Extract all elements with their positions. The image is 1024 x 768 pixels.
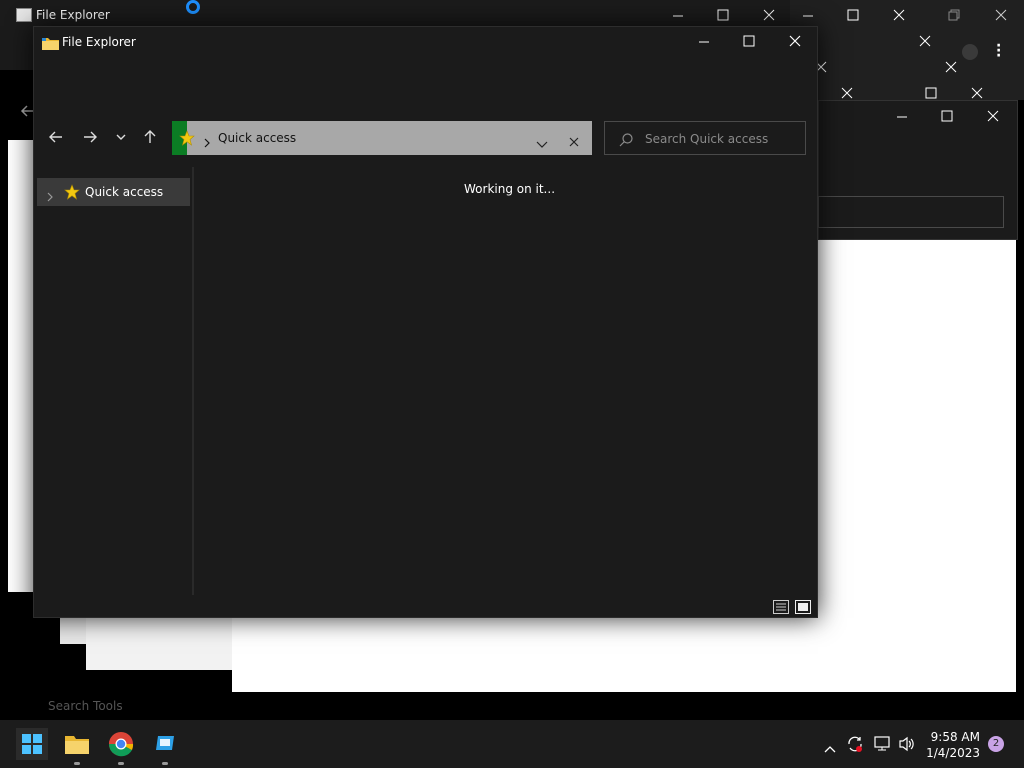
bg-minimize-icon-7[interactable] xyxy=(896,111,908,123)
background-window-title: File Explorer xyxy=(36,8,110,22)
bg-maximize-icon-5[interactable] xyxy=(925,87,937,99)
search-placeholder: Search Quick access xyxy=(645,132,769,146)
large-icons-view-icon[interactable] xyxy=(795,599,811,618)
taskbar: 9:58 AM 1/4/2023 xyxy=(0,720,1024,768)
background-file-explorer-icon xyxy=(16,8,32,22)
background-window-white-right xyxy=(818,240,1016,692)
file-explorer-taskbar-icon[interactable] xyxy=(61,728,93,765)
loading-status: Working on it... xyxy=(464,182,556,196)
up-arrow-icon[interactable] xyxy=(142,129,166,153)
search-input[interactable]: Search Quick access xyxy=(604,121,806,155)
sidebar-item-label: Quick access xyxy=(85,185,164,199)
bg-maximize-icon[interactable] xyxy=(717,9,729,21)
address-dropdown-icon[interactable] xyxy=(536,134,548,153)
volume-icon[interactable] xyxy=(898,736,916,756)
expand-chevron-icon[interactable] xyxy=(46,187,54,206)
show-hidden-icons-chevron-icon[interactable] xyxy=(824,738,836,757)
address-path[interactable]: Quick access xyxy=(218,131,296,145)
background-window-right-1 xyxy=(790,0,1024,100)
network-icon[interactable] xyxy=(874,736,892,756)
bg2-minimize-icon[interactable] xyxy=(802,10,814,22)
background-search-box[interactable] xyxy=(818,196,1004,228)
forward-arrow-icon[interactable] xyxy=(82,129,106,153)
bg-minimize-icon[interactable] xyxy=(672,10,684,22)
profile-avatar[interactable] xyxy=(962,44,978,60)
maximize-icon[interactable] xyxy=(743,35,755,47)
running-indicator xyxy=(118,762,124,765)
bg-close-icon-5[interactable] xyxy=(841,87,853,99)
cortana-ring-icon xyxy=(186,0,200,14)
bg-close-icon-7[interactable] xyxy=(987,110,999,122)
bg2-maximize-icon[interactable] xyxy=(847,9,859,21)
bg-maximize-icon-7[interactable] xyxy=(941,110,953,122)
bg-back-arrow-icon[interactable] xyxy=(20,104,34,118)
bg3-restore-icon[interactable] xyxy=(948,9,960,21)
folder-icon xyxy=(42,35,59,54)
background-window-white-bottom xyxy=(232,618,818,692)
background-window-white-bottom-left xyxy=(86,618,232,670)
title-bar[interactable]: File Explorer xyxy=(34,27,817,59)
running-indicator xyxy=(162,762,168,765)
search-icon xyxy=(619,132,633,151)
start-windows-icon[interactable] xyxy=(16,728,48,760)
bg-close-icon[interactable] xyxy=(763,9,775,21)
pane-splitter[interactable] xyxy=(192,167,194,595)
bg3-close-icon[interactable] xyxy=(995,9,1007,21)
bg2-close-icon[interactable] xyxy=(893,9,905,21)
more-options-icon[interactable]: · · · xyxy=(996,39,1001,63)
close-icon[interactable] xyxy=(789,35,801,47)
sync-icon[interactable] xyxy=(846,735,864,757)
file-explorer-window: File Explorer Quick access Search Quick … xyxy=(33,26,818,618)
star-icon xyxy=(179,130,195,150)
recent-locations-chevron-icon[interactable] xyxy=(115,129,139,153)
chrome-icon[interactable] xyxy=(105,728,137,765)
clock-date: 1/4/2023 xyxy=(926,746,980,760)
address-bar[interactable]: Quick access xyxy=(172,121,592,155)
system-clock[interactable]: 9:58 AM 1/4/2023 xyxy=(926,729,980,761)
remote-app-icon[interactable] xyxy=(149,728,181,765)
address-clear-icon[interactable] xyxy=(569,132,579,151)
notification-badge[interactable]: 2 xyxy=(988,736,1004,752)
breadcrumb-chevron-icon[interactable] xyxy=(203,133,211,152)
bg-close-icon-2[interactable] xyxy=(919,35,931,47)
bg-close-icon-4[interactable] xyxy=(945,61,957,73)
background-window-fragment-text: Search Tools xyxy=(48,699,123,713)
back-arrow-icon[interactable] xyxy=(48,129,72,153)
clock-time: 9:58 AM xyxy=(930,730,980,744)
bg-close-icon-6[interactable] xyxy=(971,87,983,99)
quick-access-star-icon xyxy=(64,184,80,204)
running-indicator xyxy=(74,762,80,765)
sidebar-item-quick-access[interactable]: Quick access xyxy=(37,178,190,206)
details-view-icon[interactable] xyxy=(773,599,789,618)
background-window-white-sliver xyxy=(60,618,86,644)
minimize-icon[interactable] xyxy=(698,36,710,48)
window-title: File Explorer xyxy=(62,35,136,49)
